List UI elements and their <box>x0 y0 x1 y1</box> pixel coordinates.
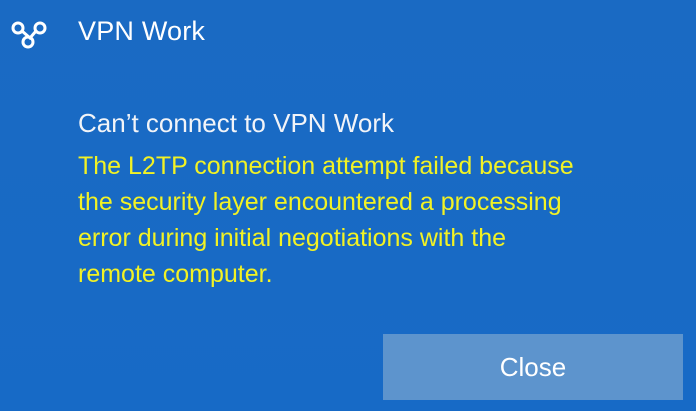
error-message: The L2TP connection attempt failed becau… <box>78 148 678 292</box>
error-message-line: the security layer encountered a process… <box>78 188 562 216</box>
close-button[interactable]: Close <box>383 334 683 400</box>
message-title: Can’t connect to VPN Work <box>78 108 394 138</box>
toast-header: VPN Work <box>0 0 696 70</box>
error-message-line: remote computer. <box>78 260 273 288</box>
vpn-error-toast: VPN Work Can’t connect to VPN Work The L… <box>0 0 696 411</box>
vpn-link-icon <box>10 20 50 50</box>
app-title: VPN Work <box>78 16 206 46</box>
error-message-line: The L2TP connection attempt failed becau… <box>78 152 574 180</box>
error-message-line: error during initial negotiations with t… <box>78 224 507 252</box>
